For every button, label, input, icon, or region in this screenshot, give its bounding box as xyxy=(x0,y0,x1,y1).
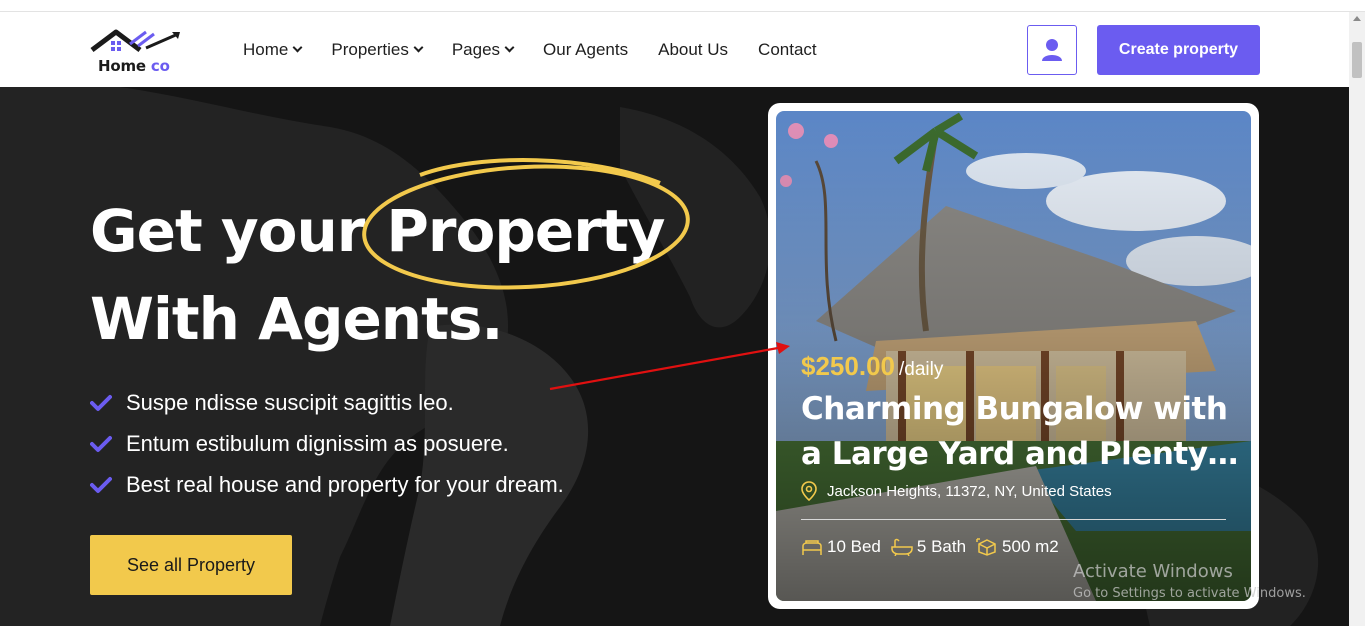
see-all-property-button[interactable]: See all Property xyxy=(90,535,292,595)
account-button[interactable] xyxy=(1027,25,1077,75)
property-card-inner: $250.00/daily Charming Bungalow with a L… xyxy=(776,111,1251,601)
chevron-down-icon xyxy=(292,42,303,53)
price-amount: $250.00 xyxy=(801,351,895,381)
hero-feature-list: Suspe ndisse suscipit sagittis leo. Entu… xyxy=(90,382,564,505)
windows-activation-watermark: Activate Windows Go to Settings to activ… xyxy=(1073,561,1306,601)
nav-item-contact[interactable]: Contact xyxy=(758,40,817,60)
list-item: Suspe ndisse suscipit sagittis leo. xyxy=(90,382,564,423)
list-item: Entum estibulum dignissim as posuere. xyxy=(90,423,564,464)
nav-item-pages[interactable]: Pages xyxy=(452,40,515,60)
property-address: Jackson Heights, 11372, NY, United State… xyxy=(801,481,1112,501)
card-divider xyxy=(801,519,1226,520)
page-scrollbar[interactable] xyxy=(1349,12,1365,626)
check-icon xyxy=(90,394,112,411)
brand-logo[interactable]: Home co xyxy=(90,26,190,76)
hero-headline: Get your Property With Agents. xyxy=(90,158,691,363)
property-title[interactable]: Charming Bungalow with a Large Yard and … xyxy=(801,387,1241,477)
bed-icon xyxy=(802,540,822,555)
feature-area: 500 m2 xyxy=(976,537,1059,557)
featured-property-card[interactable]: $250.00/daily Charming Bungalow with a L… xyxy=(768,103,1259,609)
property-price: $250.00/daily xyxy=(801,351,943,382)
check-icon xyxy=(90,476,112,493)
scroll-up-arrow-icon[interactable] xyxy=(1353,16,1361,21)
chevron-down-icon xyxy=(504,42,515,53)
nav-item-our-agents[interactable]: Our Agents xyxy=(543,40,628,60)
bathtub-icon xyxy=(891,538,913,556)
feature-beds: 10 Bed xyxy=(801,537,881,557)
hero-section: Get your Property With Agents. Suspe ndi… xyxy=(0,87,1349,626)
price-period: /daily xyxy=(898,359,944,380)
site-header: Home co Home Properties Pages Our Agents… xyxy=(0,12,1349,87)
nav-item-properties[interactable]: Properties xyxy=(331,40,424,60)
brand-suffix: co xyxy=(150,57,170,75)
check-icon xyxy=(90,435,112,452)
scrollbar-thumb[interactable] xyxy=(1352,42,1362,78)
property-features: 10 Bed 5 Bath 500 m2 xyxy=(801,537,1059,557)
location-pin-icon xyxy=(801,481,817,501)
create-property-button[interactable]: Create property xyxy=(1097,25,1260,75)
nav-item-about-us[interactable]: About Us xyxy=(658,40,728,60)
user-icon xyxy=(1042,39,1062,61)
list-item: Best real house and property for your dr… xyxy=(90,464,564,505)
headline-line-1: Get your Property xyxy=(90,158,691,290)
brand-name: Home co xyxy=(98,57,170,75)
area-cube-icon xyxy=(976,538,996,556)
chevron-down-icon xyxy=(413,42,424,53)
main-nav: Home Properties Pages Our Agents About U… xyxy=(243,12,817,87)
browser-top-strip xyxy=(0,0,1365,12)
circle-highlight-mark xyxy=(362,158,691,290)
nav-item-home[interactable]: Home xyxy=(243,40,303,60)
headline-highlight: Property xyxy=(362,158,691,290)
feature-baths: 5 Bath xyxy=(891,537,966,557)
